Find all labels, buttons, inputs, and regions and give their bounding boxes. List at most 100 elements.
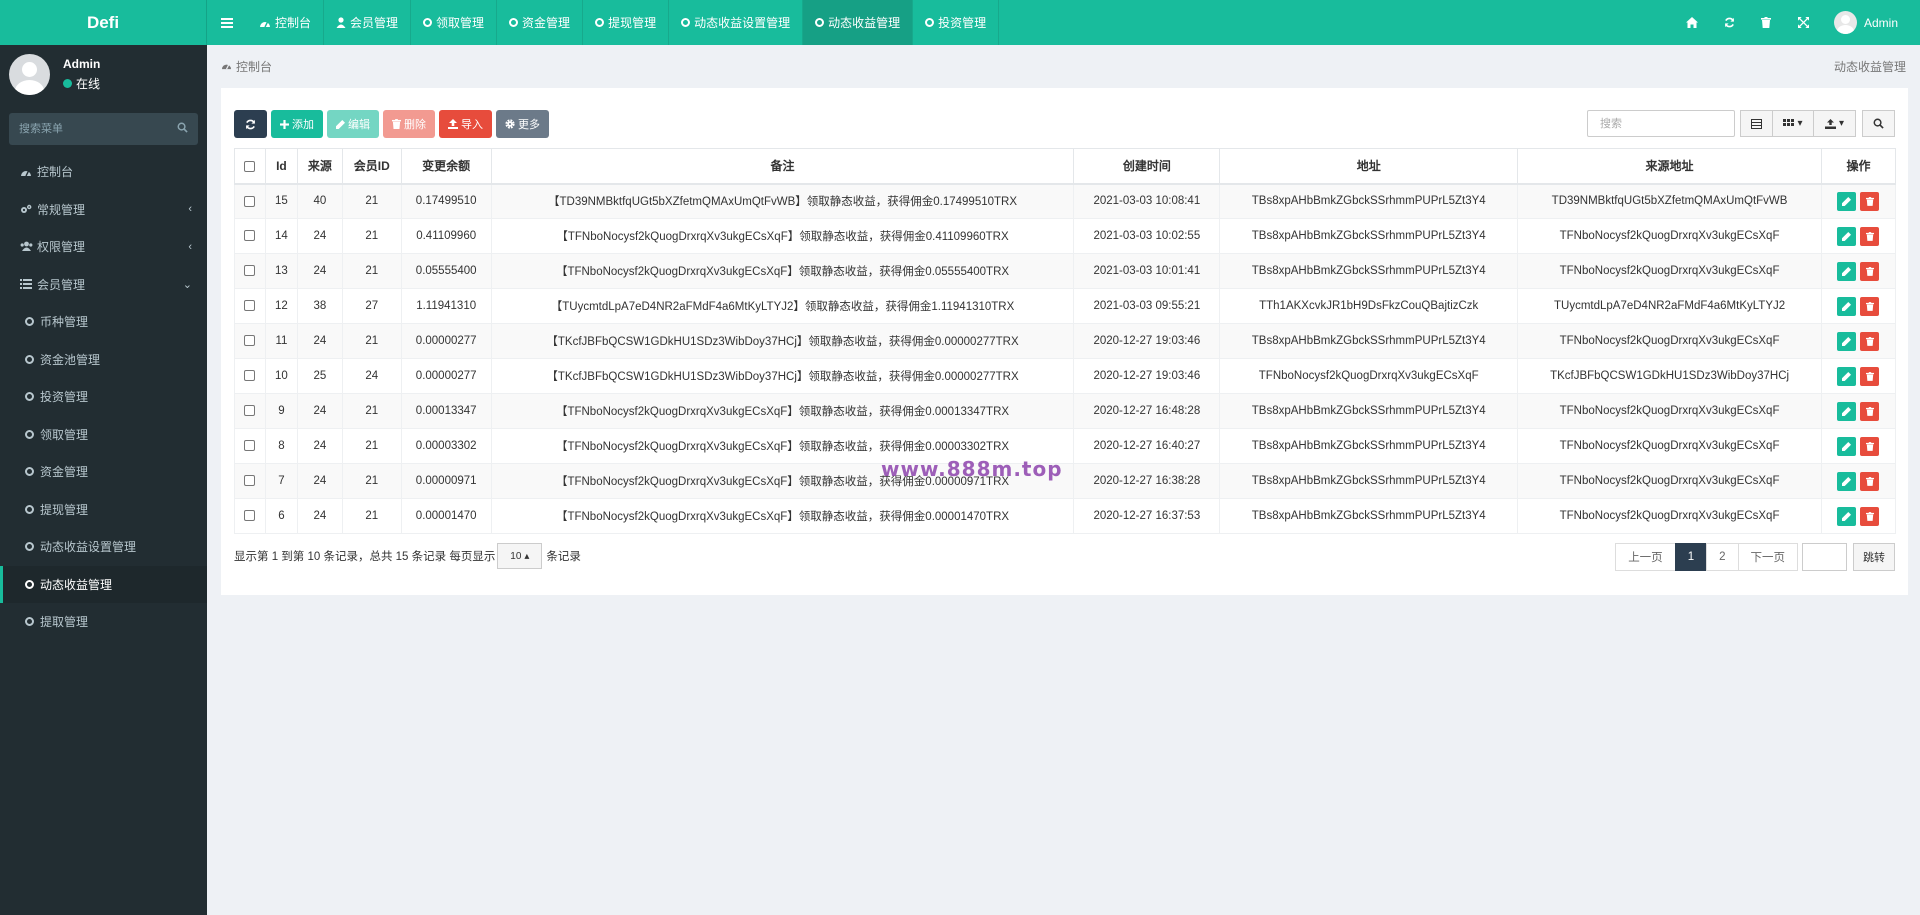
delete-row-button[interactable] (1860, 401, 1880, 421)
sidebar-item-funds[interactable]: 资金管理 (0, 453, 207, 491)
table-row[interactable]: 15 40 21 0.17499510 【TD39NMBktfqUGt5bXZfetmQ… (234, 183, 1897, 219)
cell-id: 8 (264, 428, 298, 464)
jump-page-input[interactable] (1802, 543, 1847, 571)
refresh-icon[interactable] (1711, 0, 1748, 45)
delete-row-button[interactable] (1860, 261, 1880, 281)
table-search-input[interactable] (1587, 110, 1735, 137)
row-checkbox[interactable] (244, 510, 256, 522)
select-all-checkbox[interactable] (244, 161, 256, 173)
more-button[interactable]: 更多 (496, 110, 549, 138)
edit-row-button[interactable] (1837, 226, 1857, 246)
toggle-view-button[interactable] (1740, 110, 1773, 137)
row-checkbox[interactable] (244, 440, 256, 452)
row-checkbox[interactable] (244, 265, 256, 277)
fullscreen-icon[interactable] (1785, 0, 1822, 45)
table-row[interactable]: 6 24 21 0.00001470 【TFNboNocysf2kQuogDrxrqXv… (234, 498, 1897, 534)
sidebar-item-investment[interactable]: 投资管理 (0, 378, 207, 416)
sidebar-item-general[interactable]: 常规管理 ‹ (0, 191, 207, 229)
row-checkbox[interactable] (244, 300, 256, 312)
sidebar-item-withdraw[interactable]: 提现管理 (0, 491, 207, 529)
delete-row-button[interactable] (1860, 226, 1880, 246)
table-row[interactable]: 9 24 21 0.00013347 【TFNboNocysf2kQuogDrxrqXv… (234, 393, 1897, 429)
tab-withdraw[interactable]: 提现管理 (583, 0, 670, 45)
delete-button[interactable]: 删除 (383, 110, 435, 138)
sidebar-item-dashboard[interactable]: 控制台 (0, 153, 207, 191)
tab-dynamic-settings[interactable]: 动态收益设置管理 (669, 0, 804, 45)
edit-row-button[interactable] (1837, 471, 1857, 491)
column-header[interactable]: 备注 (490, 148, 1075, 185)
page-size-select[interactable]: 10 ▴ (497, 543, 543, 569)
delete-row-button[interactable] (1860, 296, 1880, 316)
row-checkbox[interactable] (244, 195, 256, 207)
table-row[interactable]: 8 24 21 0.00003302 【TFNboNocysf2kQuogDrxrqXv… (234, 428, 1897, 464)
menu-search-input[interactable] (19, 123, 169, 135)
delete-row-button[interactable] (1860, 471, 1880, 491)
search-icon[interactable] (177, 122, 188, 136)
table-row[interactable]: 11 24 21 0.00000277 【TKcfJBFbQCSW1GDkHU1SDz3… (234, 323, 1897, 359)
sidebar-item-claim[interactable]: 领取管理 (0, 416, 207, 454)
row-checkbox[interactable] (244, 405, 256, 417)
edit-row-button[interactable] (1837, 261, 1857, 281)
edit-row-button[interactable] (1837, 366, 1857, 386)
column-header[interactable]: 地址 (1219, 148, 1519, 185)
table-row[interactable]: 12 38 27 1.11941310 【TUycmtdLpA7eD4NR2aFMdF4… (234, 288, 1897, 324)
sidebar-toggle-button[interactable] (207, 0, 247, 45)
sidebar-item-permissions[interactable]: 权限管理 ‹ (0, 228, 207, 266)
jump-button[interactable]: 跳转 (1853, 543, 1895, 571)
edit-row-button[interactable] (1837, 296, 1857, 316)
row-checkbox[interactable] (244, 230, 256, 242)
column-header[interactable]: 来源地址 (1517, 148, 1822, 185)
table-row[interactable]: 7 24 21 0.00000971 【TFNboNocysf2kQuogDrxrqXv… (234, 463, 1897, 499)
brand-logo[interactable]: Defi (0, 0, 207, 45)
edit-row-button[interactable] (1837, 401, 1857, 421)
sidebar-item-members[interactable]: 会员管理 ⌄ (0, 266, 207, 304)
import-button[interactable]: 导入 (439, 110, 492, 138)
next-page-button[interactable]: 下一页 (1737, 543, 1798, 571)
edit-row-button[interactable] (1837, 506, 1857, 526)
edit-row-button[interactable] (1837, 191, 1857, 211)
sidebar-item-extract[interactable]: 提取管理 (0, 603, 207, 641)
tab-dynamic-income[interactable]: 动态收益管理 (803, 0, 914, 45)
sidebar-item-dynamic-income[interactable]: 动态收益管理 (0, 565, 207, 603)
tab-funds[interactable]: 资金管理 (497, 0, 584, 45)
sidebar-item-currency[interactable]: 币种管理 (0, 303, 207, 341)
table-row[interactable]: 14 24 21 0.41109960 【TFNboNocysf2kQuogDrxrqX… (234, 218, 1897, 254)
page-1-button[interactable]: 1 (1674, 543, 1708, 571)
tab-claim[interactable]: 领取管理 (411, 0, 498, 45)
column-header[interactable]: 来源 (296, 148, 343, 185)
row-checkbox[interactable] (244, 335, 256, 347)
sidebar-item-pool[interactable]: 资金池管理 (0, 341, 207, 379)
edit-row-button[interactable] (1837, 331, 1857, 351)
edit-button[interactable]: 编辑 (327, 110, 379, 138)
table-row[interactable]: 10 25 24 0.00000277 【TKcfJBFbQCSW1GDkHU1SDz3… (234, 358, 1897, 394)
edit-row-button[interactable] (1837, 436, 1857, 456)
breadcrumb[interactable]: 控制台 (221, 58, 272, 75)
delete-row-button[interactable] (1860, 191, 1880, 211)
column-header[interactable]: 会员ID (341, 148, 402, 185)
row-checkbox[interactable] (244, 475, 256, 487)
export-button[interactable]: ▾ (1813, 110, 1856, 137)
delete-row-button[interactable] (1860, 506, 1880, 526)
tab-members[interactable]: 会员管理 (324, 0, 412, 45)
advanced-search-button[interactable] (1862, 110, 1895, 137)
trash-icon[interactable] (1748, 0, 1785, 45)
prev-page-button[interactable]: 上一页 (1615, 543, 1676, 571)
row-checkbox[interactable] (244, 370, 256, 382)
user-menu[interactable]: Admin (1822, 11, 1920, 34)
delete-row-button[interactable] (1860, 436, 1880, 456)
caret-down-icon: ▾ (1838, 118, 1845, 129)
tab-investment[interactable]: 投资管理 (913, 0, 1000, 45)
tab-dashboard[interactable]: 控制台 (247, 0, 325, 45)
home-icon[interactable] (1674, 0, 1711, 45)
delete-row-button[interactable] (1860, 331, 1880, 351)
add-button[interactable]: 添加 (271, 110, 323, 138)
column-header[interactable]: Id (264, 148, 298, 185)
page-2-button[interactable]: 2 (1706, 543, 1739, 571)
column-header[interactable]: 变更余额 (400, 148, 492, 185)
column-header[interactable]: 创建时间 (1073, 148, 1221, 185)
columns-button[interactable]: ▾ (1772, 110, 1814, 137)
refresh-button[interactable] (234, 110, 267, 138)
delete-row-button[interactable] (1860, 366, 1880, 386)
sidebar-item-dynamic-settings[interactable]: 动态收益设置管理 (0, 528, 207, 566)
table-row[interactable]: 13 24 21 0.05555400 【TFNboNocysf2kQuogDrxrqX… (234, 253, 1897, 289)
